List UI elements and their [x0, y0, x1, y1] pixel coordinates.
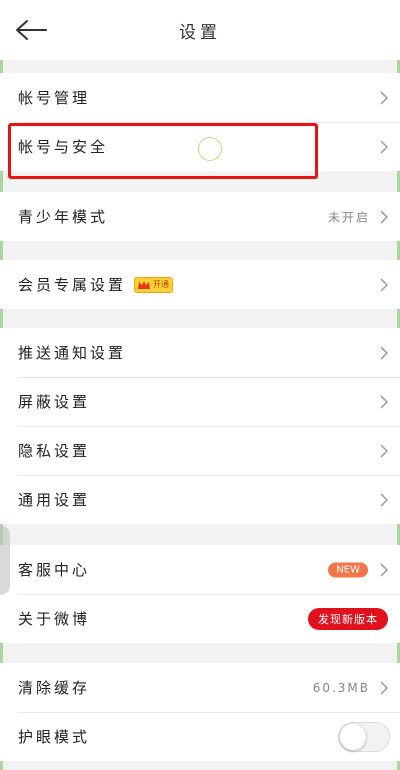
teen-mode-group: 青少年模式 未开启: [0, 192, 400, 241]
settings-item-about-weibo[interactable]: 关于微博 发现新版本: [0, 594, 400, 643]
settings-item-label: 青少年模式: [18, 208, 109, 226]
settings-item-label: 清除缓存: [18, 679, 91, 697]
back-gesture-handle[interactable]: [0, 525, 10, 595]
chevron-right-icon: [380, 209, 388, 224]
chevron-right-icon: [380, 139, 388, 154]
settings-item-label: 隐私设置: [18, 442, 91, 460]
settings-item-label: 护眼模式: [18, 728, 91, 746]
settings-item-customer-service[interactable]: 客服中心 NEW: [0, 545, 400, 594]
settings-item-label: 关于微博: [18, 610, 91, 628]
vip-badge-label: 开通: [153, 280, 170, 289]
eye-protection-toggle[interactable]: [338, 721, 390, 752]
navigation-bar: 设置: [0, 0, 400, 60]
chevron-right-icon: [380, 680, 388, 695]
cache-size: 60.3MB: [312, 680, 370, 695]
settings-item-label: 屏蔽设置: [18, 393, 91, 411]
settings-item-push-notifications[interactable]: 推送通知设置: [0, 328, 400, 377]
settings-item-privacy-settings[interactable]: 隐私设置: [0, 426, 400, 475]
crown-icon: [138, 280, 151, 289]
toggle-knob: [340, 723, 366, 750]
page-title: 设置: [179, 22, 221, 43]
chevron-right-icon: [380, 90, 388, 105]
settings-item-label: 会员专属设置: [18, 276, 127, 294]
settings-item-teen-mode[interactable]: 青少年模式 未开启: [0, 192, 400, 241]
settings-item-label: 通用设置: [18, 491, 91, 509]
support-group: 客服中心 NEW 关于微博 发现新版本: [0, 545, 400, 643]
chevron-right-icon: [380, 345, 388, 360]
settings-item-account-management[interactable]: 帐号管理: [0, 73, 400, 122]
settings-item-label: 推送通知设置: [18, 344, 127, 362]
settings-item-member-settings[interactable]: 会员专属设置 开通: [0, 260, 400, 309]
chevron-right-icon: [380, 443, 388, 458]
settings-item-eye-protection: 护眼模式: [0, 712, 400, 761]
chevron-right-icon: [380, 492, 388, 507]
settings-item-label: 客服中心: [18, 561, 91, 579]
highlight-annotation: [8, 123, 318, 179]
settings-item-block-settings[interactable]: 屏蔽设置: [0, 377, 400, 426]
settings-item-clear-cache[interactable]: 清除缓存 60.3MB: [0, 663, 400, 712]
teen-mode-status: 未开启: [327, 210, 370, 224]
member-group: 会员专属设置 开通: [0, 260, 400, 309]
storage-group: 清除缓存 60.3MB 护眼模式: [0, 663, 400, 761]
settings-item-label: 帐号管理: [18, 89, 91, 107]
vip-open-badge: 开通: [134, 276, 174, 293]
settings-item-general-settings[interactable]: 通用设置: [0, 475, 400, 524]
touch-indicator: [198, 137, 222, 161]
new-badge: NEW: [328, 562, 368, 577]
chevron-right-icon: [380, 562, 388, 577]
arrow-left-icon[interactable]: [14, 18, 48, 42]
new-version-badge: 发现新版本: [308, 607, 388, 630]
general-settings-group: 推送通知设置 屏蔽设置 隐私设置 通用设置: [0, 328, 400, 524]
chevron-right-icon: [380, 394, 388, 409]
chevron-right-icon: [380, 277, 388, 292]
